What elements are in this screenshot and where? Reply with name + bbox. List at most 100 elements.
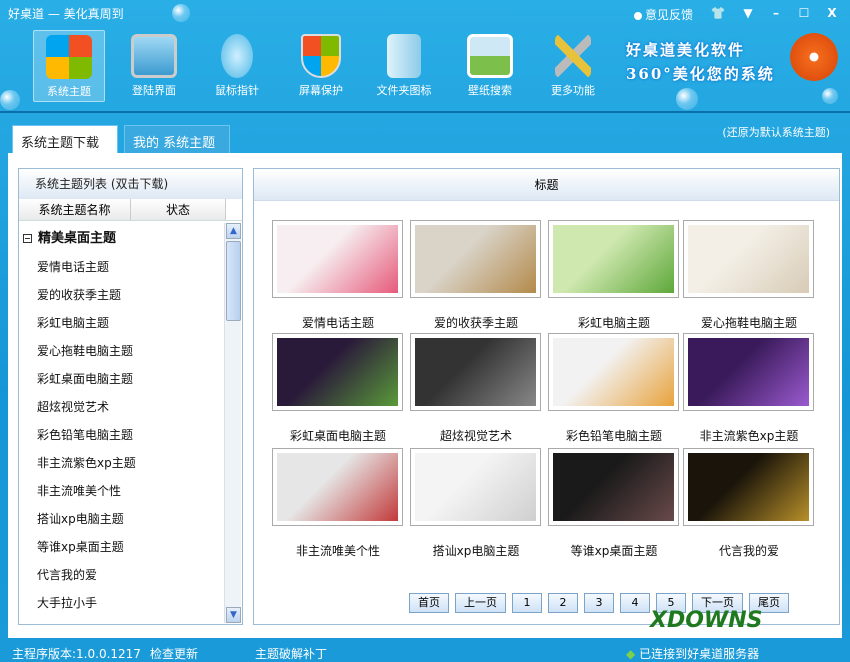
menu-icon[interactable]: ▼: [736, 3, 760, 23]
page-button[interactable]: 3: [584, 593, 614, 613]
column-status[interactable]: 状态: [131, 199, 226, 220]
theme-card[interactable]: 彩虹桌面电脑主题: [272, 333, 404, 444]
theme-title[interactable]: 非主流紫色xp主题: [683, 427, 815, 444]
brand-slogan: 好桌道美化软件 360°美化您的系统: [626, 41, 775, 83]
theme-thumbnail[interactable]: [272, 448, 403, 526]
minimize-button[interactable]: –: [764, 3, 788, 23]
theme-list-item[interactable]: 彩色铅笔电脑主题: [19, 421, 224, 449]
status-bar: 主程序版本:1.0.0.1217 检查更新 主题破解补丁 ◆ 已连接到好桌道服务…: [0, 640, 850, 662]
theme-title[interactable]: 彩色铅笔电脑主题: [548, 427, 680, 444]
theme-list-item[interactable]: 彩虹桌面电脑主题: [19, 365, 224, 393]
page-button[interactable]: 4: [620, 593, 650, 613]
tab-my-themes[interactable]: 我的 系统主题: [124, 125, 230, 154]
theme-list-item[interactable]: 代言我的爱: [19, 561, 224, 589]
theme-thumbnail[interactable]: [410, 220, 541, 298]
theme-thumbnail[interactable]: [548, 448, 679, 526]
tab-theme-download[interactable]: 系统主题下载: [12, 125, 118, 155]
theme-card[interactable]: 彩虹电脑主题: [548, 220, 680, 331]
wallpaper-search-icon: [467, 34, 513, 78]
theme-list-item[interactable]: 爱的收获季主题: [19, 281, 224, 309]
theme-title[interactable]: 超炫视觉艺术: [410, 427, 542, 444]
check-update-link[interactable]: 检查更新: [150, 645, 198, 662]
theme-list-item[interactable]: 非主流唯美个性: [19, 477, 224, 505]
theme-title[interactable]: 彩虹桌面电脑主题: [272, 427, 404, 444]
theme-list-item[interactable]: 等谁xp桌面主题: [19, 533, 224, 561]
page-button[interactable]: 上一页: [455, 593, 506, 613]
theme-card[interactable]: 非主流紫色xp主题: [683, 333, 815, 444]
title-bar[interactable]: 好桌道 — 美化真周到 意见反馈 👕 ▼ – ☐ X: [0, 0, 850, 28]
tool-label: 鼠标指针: [215, 84, 259, 97]
theme-title[interactable]: 爱的收获季主题: [410, 314, 542, 331]
theme-title[interactable]: 搭讪xp电脑主题: [410, 542, 542, 559]
theme-card[interactable]: 爱的收获季主题: [410, 220, 542, 331]
maximize-button[interactable]: ☐: [792, 3, 816, 23]
scroll-up-button[interactable]: ▲: [226, 223, 241, 239]
theme-thumbnail[interactable]: [410, 333, 541, 411]
group-header[interactable]: 精美桌面主题: [19, 225, 224, 253]
main-toolbar: 系统主题 登陆界面 鼠标指针 屏幕保护 文件夹图标 壁纸搜索 更多功能 好桌道美…: [0, 28, 850, 108]
theme-title[interactable]: 等谁xp桌面主题: [548, 542, 680, 559]
theme-card[interactable]: 搭讪xp电脑主题: [410, 448, 542, 559]
tool-label: 更多功能: [551, 84, 595, 97]
shield-icon: [301, 34, 341, 78]
theme-thumbnail[interactable]: [683, 220, 814, 298]
mouse-icon: [221, 34, 253, 78]
tool-system-theme[interactable]: 系统主题: [33, 30, 105, 102]
page-button[interactable]: 1: [512, 593, 542, 613]
theme-title[interactable]: 彩虹电脑主题: [548, 314, 680, 331]
tool-more-features[interactable]: 更多功能: [537, 30, 609, 102]
theme-title[interactable]: 爱心拖鞋电脑主题: [683, 314, 815, 331]
theme-thumbnail[interactable]: [683, 333, 814, 411]
theme-title[interactable]: 非主流唯美个性: [272, 542, 404, 559]
theme-card[interactable]: 代言我的爱: [683, 448, 815, 559]
collapse-icon[interactable]: [23, 234, 32, 243]
tool-screensaver[interactable]: 屏幕保护: [285, 30, 357, 102]
theme-card[interactable]: 爱情电话主题: [272, 220, 404, 331]
column-name[interactable]: 系统主题名称: [19, 199, 131, 220]
gallery-header: 标题: [254, 169, 839, 201]
theme-card[interactable]: 非主流唯美个性: [272, 448, 404, 559]
theme-list-item[interactable]: 爱情电话主题: [19, 253, 224, 281]
theme-thumbnail[interactable]: [272, 333, 403, 411]
theme-card[interactable]: 爱心拖鞋电脑主题: [683, 220, 815, 331]
tool-login-screen[interactable]: 登陆界面: [118, 30, 190, 102]
theme-thumbnail[interactable]: [410, 448, 541, 526]
page-button[interactable]: 2: [548, 593, 578, 613]
connected-icon: ◆: [626, 647, 636, 661]
theme-thumbnail[interactable]: [272, 220, 403, 298]
close-button[interactable]: X: [820, 3, 844, 23]
theme-list-item[interactable]: 爱心拖鞋电脑主题: [19, 337, 224, 365]
theme-list-item[interactable]: 超炫视觉艺术: [19, 393, 224, 421]
scroll-thumb[interactable]: [226, 241, 241, 321]
windows-logo-icon: [46, 35, 92, 79]
theme-thumbnail[interactable]: [548, 333, 679, 411]
theme-card[interactable]: 彩色铅笔电脑主题: [548, 333, 680, 444]
theme-thumbnail[interactable]: [548, 220, 679, 298]
tool-mouse-pointer[interactable]: 鼠标指针: [201, 30, 273, 102]
theme-list-item[interactable]: 搭讪xp电脑主题: [19, 505, 224, 533]
theme-thumbnail[interactable]: [683, 448, 814, 526]
patch-link[interactable]: 主题破解补丁: [255, 645, 327, 662]
tool-folder-icon[interactable]: 文件夹图标: [368, 30, 440, 102]
theme-title[interactable]: 代言我的爱: [683, 542, 815, 559]
theme-title[interactable]: 爱情电话主题: [272, 314, 404, 331]
scroll-down-button[interactable]: ▼: [226, 607, 241, 623]
tool-label: 登陆界面: [132, 84, 176, 97]
app-logo: [790, 33, 838, 81]
restore-default-link[interactable]: (还原为默认系统主题): [722, 124, 830, 140]
skin-icon[interactable]: 👕: [706, 3, 730, 23]
monitor-icon: [131, 34, 177, 78]
tool-wallpaper-search[interactable]: 壁纸搜索: [454, 30, 526, 102]
theme-card[interactable]: 等谁xp桌面主题: [548, 448, 680, 559]
theme-list-item[interactable]: 彩虹电脑主题: [19, 309, 224, 337]
theme-card[interactable]: 超炫视觉艺术: [410, 333, 542, 444]
scrollbar[interactable]: ▲ ▼: [224, 223, 241, 623]
theme-list-item[interactable]: 大手拉小手: [19, 589, 224, 617]
divider: [0, 111, 850, 113]
feedback-link[interactable]: 意见反馈: [634, 6, 693, 23]
version-text: 主程序版本:1.0.0.1217: [12, 647, 141, 661]
page-button[interactable]: 首页: [409, 593, 449, 613]
watermark: XDOWNS: [650, 608, 763, 633]
theme-list-item[interactable]: 非主流紫色xp主题: [19, 449, 224, 477]
tool-label: 屏幕保护: [299, 84, 343, 97]
